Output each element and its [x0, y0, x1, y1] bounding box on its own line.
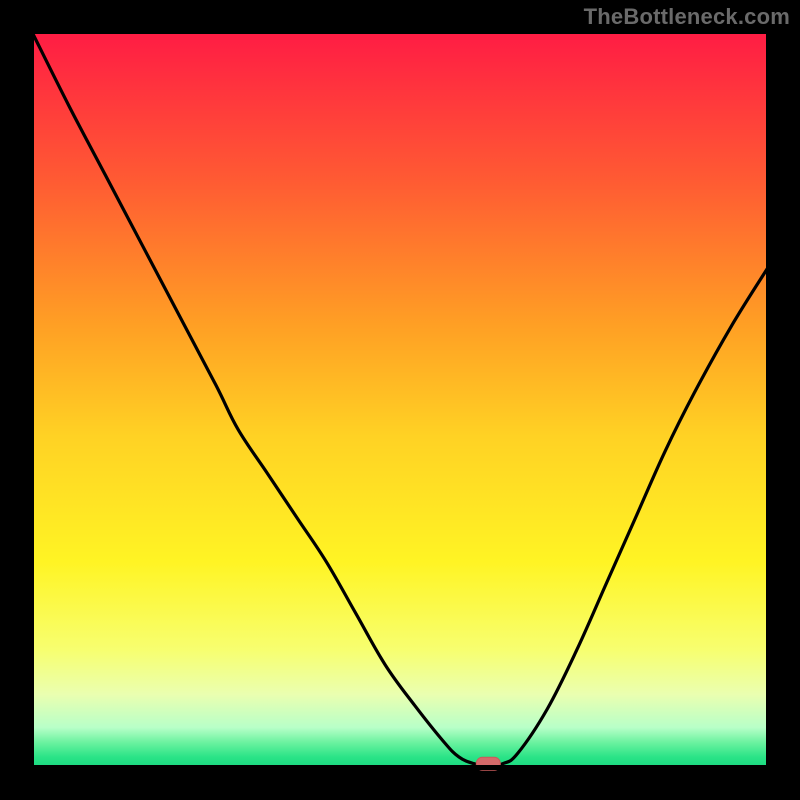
bottleneck-chart — [0, 0, 800, 800]
plot-background — [32, 32, 768, 768]
chart-stage: TheBottleneck.com — [0, 0, 800, 800]
